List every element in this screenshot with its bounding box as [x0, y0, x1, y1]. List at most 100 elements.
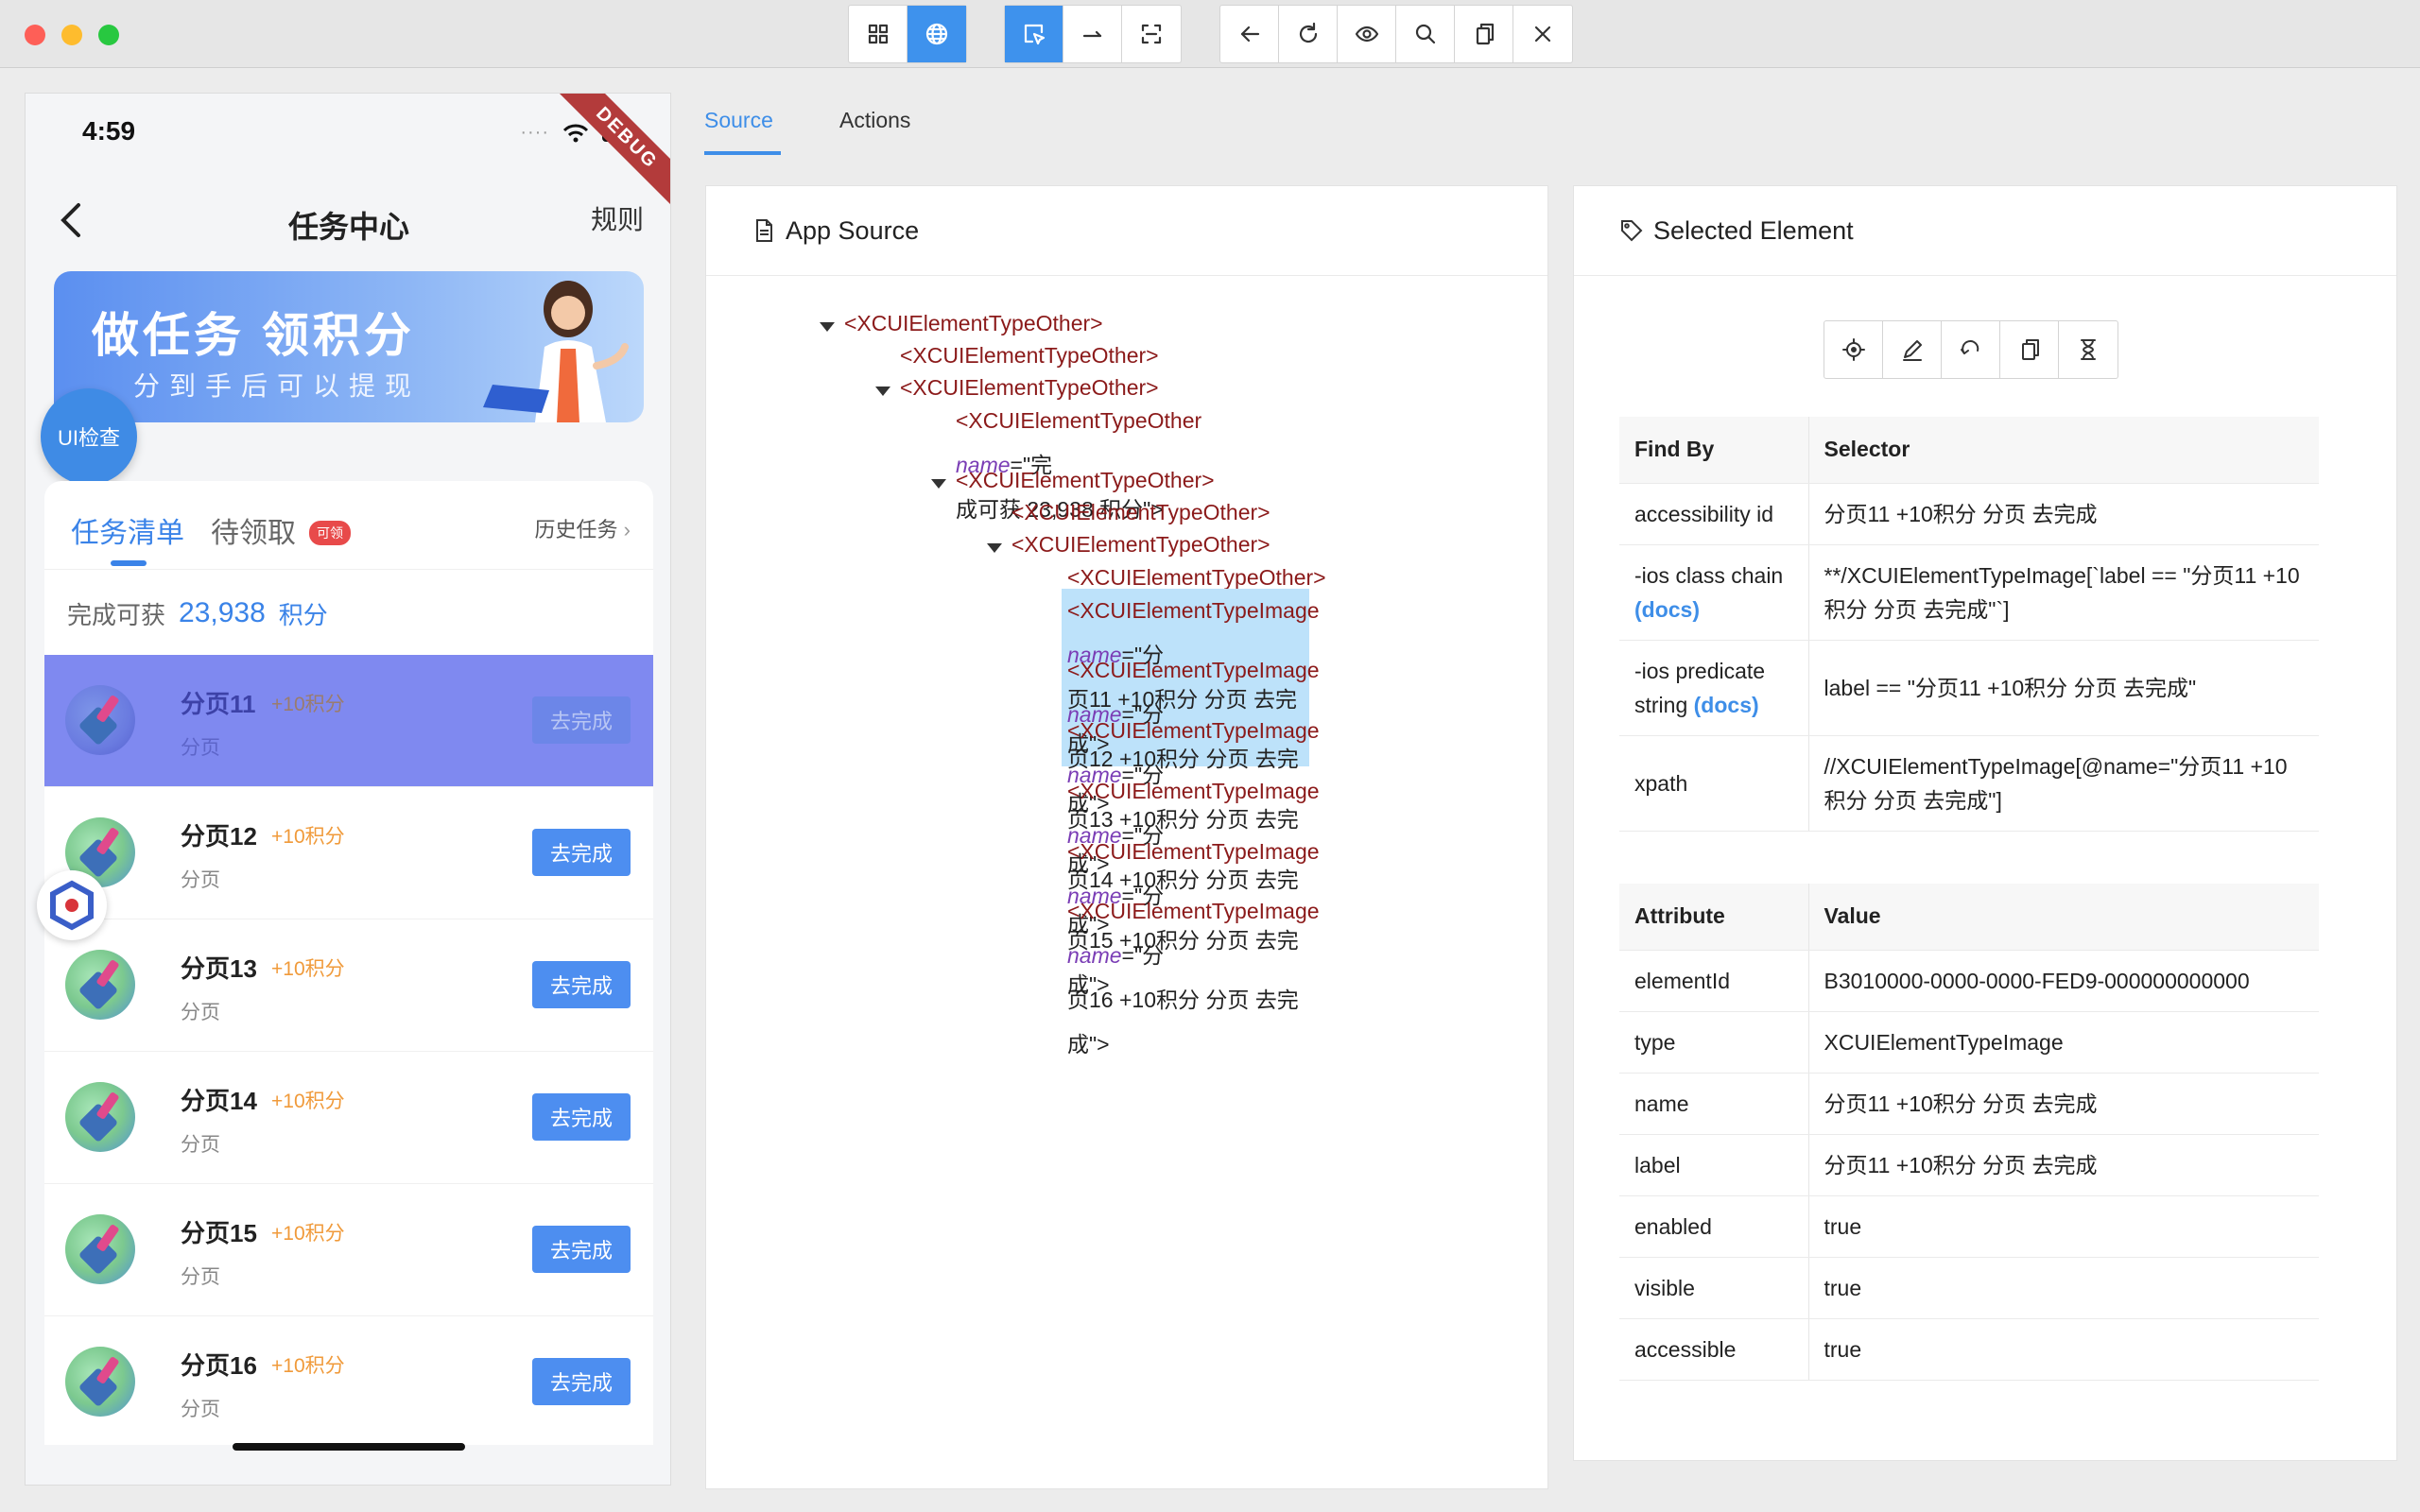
- swipe-arrow-icon: [1082, 30, 1101, 38]
- signal-dots-icon: ····: [520, 122, 549, 143]
- attribute-value[interactable]: 分页11 +10积分 分页 去完成: [1808, 1134, 2319, 1196]
- banner-title: 做任务 领积分: [92, 309, 415, 362]
- selectors-header-row: Find By Selector: [1619, 417, 2319, 484]
- task-list: 分页11 +10积分 分页 去完成 分页12 +10积分 分页 去完成 分页13 +10积分 分页去…: [44, 655, 653, 1445]
- device-screenshot[interactable]: 4:59 ···· DEBUG 任务中心 规则 做任务 领积分 分到手后可以提现: [25, 93, 671, 1486]
- selector-value[interactable]: //XCUIElementTypeImage[@name="分页11 +10积分…: [1808, 735, 2319, 832]
- close-window-button[interactable]: [25, 25, 45, 45]
- timing-button[interactable]: [2059, 321, 2118, 378]
- refresh-icon: [1299, 22, 1317, 43]
- task-row[interactable]: 分页11 +10积分 分页 去完成: [44, 655, 653, 787]
- task-go-button[interactable]: 去完成: [532, 1358, 631, 1405]
- swipe-button[interactable]: [1063, 6, 1122, 62]
- screenshot-frame-icon: [1141, 24, 1162, 44]
- search-button[interactable]: [1396, 6, 1455, 62]
- task-row[interactable]: 分页13 +10积分 分页 去完成: [44, 919, 653, 1052]
- task-points: +10积分: [271, 1091, 345, 1112]
- attribute-name: type: [1619, 1011, 1809, 1074]
- task-go-button[interactable]: 去完成: [532, 1226, 631, 1273]
- task-avatar-icon: [65, 1214, 135, 1284]
- wifi-icon: [562, 124, 589, 142]
- selected-element-panel: Selected Element Find By Selector access…: [1573, 185, 2397, 1461]
- rules-link[interactable]: 规则: [591, 199, 644, 237]
- eye-icon: [1355, 26, 1378, 43]
- floating-logo-button[interactable]: [37, 870, 107, 940]
- tab-pending[interactable]: 待领取: [211, 509, 296, 551]
- task-row[interactable]: 分页15 +10积分 分页 去完成: [44, 1184, 653, 1316]
- attribute-value[interactable]: B3010000-0000-0000-FED9-000000000000: [1808, 950, 2319, 1012]
- native-mode-button[interactable]: [849, 6, 908, 62]
- task-avatar-icon: [65, 1082, 135, 1152]
- expand-caret-icon[interactable]: [987, 543, 1002, 553]
- copy-attributes-button[interactable]: [2000, 321, 2059, 378]
- docs-link[interactable]: (docs): [1634, 597, 1700, 622]
- task-name: 分页12: [181, 822, 257, 850]
- minimize-window-button[interactable]: [61, 25, 82, 45]
- attribute-value[interactable]: true: [1808, 1195, 2319, 1258]
- task-avatar-icon: [65, 685, 135, 755]
- attribute-value[interactable]: XCUIElementTypeImage: [1808, 1011, 2319, 1074]
- attributes-table: Attribute Value elementId B3010000-0000-0…: [1619, 884, 2319, 1381]
- task-row[interactable]: 分页12 +10积分 分页 去完成: [44, 787, 653, 919]
- attribute-value[interactable]: 分页11 +10积分 分页 去完成: [1808, 1073, 2319, 1135]
- expand-caret-icon[interactable]: [931, 479, 946, 489]
- toggle-visibility-button[interactable]: [1338, 6, 1396, 62]
- nav-bar: 任务中心 规则: [26, 179, 670, 264]
- tab-actions[interactable]: Actions: [839, 108, 910, 133]
- web-mode-button[interactable]: [908, 6, 966, 62]
- task-go-button[interactable]: 去完成: [532, 696, 631, 744]
- ui-check-floating-button[interactable]: UI检查: [41, 388, 137, 485]
- refresh-button[interactable]: [1279, 6, 1338, 62]
- tab-source[interactable]: Source: [704, 108, 773, 133]
- docs-link[interactable]: (docs): [1694, 693, 1759, 717]
- selectors-table: Find By Selector accessibility id 分页11 +1…: [1619, 417, 2319, 832]
- selector-value[interactable]: 分页11 +10积分 分页 去完成: [1808, 483, 2319, 545]
- send-keys-button[interactable]: [1883, 321, 1942, 378]
- task-points: +10积分: [271, 826, 345, 848]
- node-tag: <XCUIElementTypeOther>: [956, 468, 1215, 492]
- refresh-icon: [1960, 340, 1979, 354]
- maximize-window-button[interactable]: [98, 25, 119, 45]
- value-header: Value: [1808, 884, 2319, 951]
- tap-element-button[interactable]: [1824, 321, 1883, 378]
- tab-active-indicator: [111, 560, 147, 566]
- selector-strategy: accessibility id: [1634, 501, 1773, 526]
- selector-value[interactable]: label == "分页11 +10积分 分页 去完成": [1808, 640, 2319, 736]
- selector-value[interactable]: **/XCUIElementTypeImage[`label == "分页11 …: [1808, 544, 2319, 641]
- selected-element-title: Selected Element: [1653, 215, 1854, 245]
- source-tree-node[interactable]: <XCUIElementTypeImage name="分 页16 +10积分 分…: [1067, 889, 1320, 1067]
- claimable-badge: 可领: [309, 521, 351, 545]
- clear-element-button[interactable]: [1942, 321, 2000, 378]
- tap-coordinates-button[interactable]: [1122, 6, 1181, 62]
- back-button[interactable]: [1220, 6, 1279, 62]
- task-subtitle: 分页: [181, 1134, 220, 1156]
- task-go-button[interactable]: 去完成: [532, 829, 631, 876]
- find-by-header: Find By: [1619, 417, 1809, 484]
- selector-row: xpath //XCUIElementTypeImage[@name="分页11 …: [1619, 735, 2319, 832]
- node-attr: name: [1067, 943, 1122, 968]
- attribute-name: elementId: [1619, 950, 1809, 1012]
- attribute-value[interactable]: true: [1808, 1318, 2319, 1381]
- quit-session-button[interactable]: [1513, 6, 1572, 62]
- attribute-row: accessible true: [1619, 1318, 2319, 1381]
- expand-caret-icon[interactable]: [875, 387, 890, 396]
- select-elements-button[interactable]: [1005, 6, 1063, 62]
- task-row[interactable]: 分页14 +10积分 分页 去完成: [44, 1052, 653, 1184]
- expand-caret-icon[interactable]: [820, 322, 835, 332]
- attribute-value[interactable]: true: [1808, 1257, 2319, 1319]
- task-go-button[interactable]: 去完成: [532, 961, 631, 1008]
- copy-xml-button[interactable]: [1455, 6, 1513, 62]
- promo-banner[interactable]: 做任务 领积分 分到手后可以提现: [54, 271, 644, 422]
- actions-group: [1219, 5, 1573, 63]
- attributes-header-row: Attribute Value: [1619, 884, 2319, 951]
- element-actions-toolbar: [1824, 320, 2118, 379]
- task-go-button[interactable]: 去完成: [532, 1093, 631, 1141]
- history-tasks-link[interactable]: 历史任务 ›: [535, 513, 631, 543]
- task-points: +10积分: [271, 1355, 345, 1377]
- selector-row: -ios predicate string (docs) label == "分页…: [1619, 640, 2319, 736]
- task-row[interactable]: 分页16 +10积分 分页 去完成: [44, 1316, 653, 1445]
- task-name: 分页11: [181, 690, 256, 718]
- attribute-name: name: [1619, 1073, 1809, 1135]
- task-subtitle: 分页: [181, 1399, 220, 1420]
- tab-task-list[interactable]: 任务清单: [71, 509, 184, 551]
